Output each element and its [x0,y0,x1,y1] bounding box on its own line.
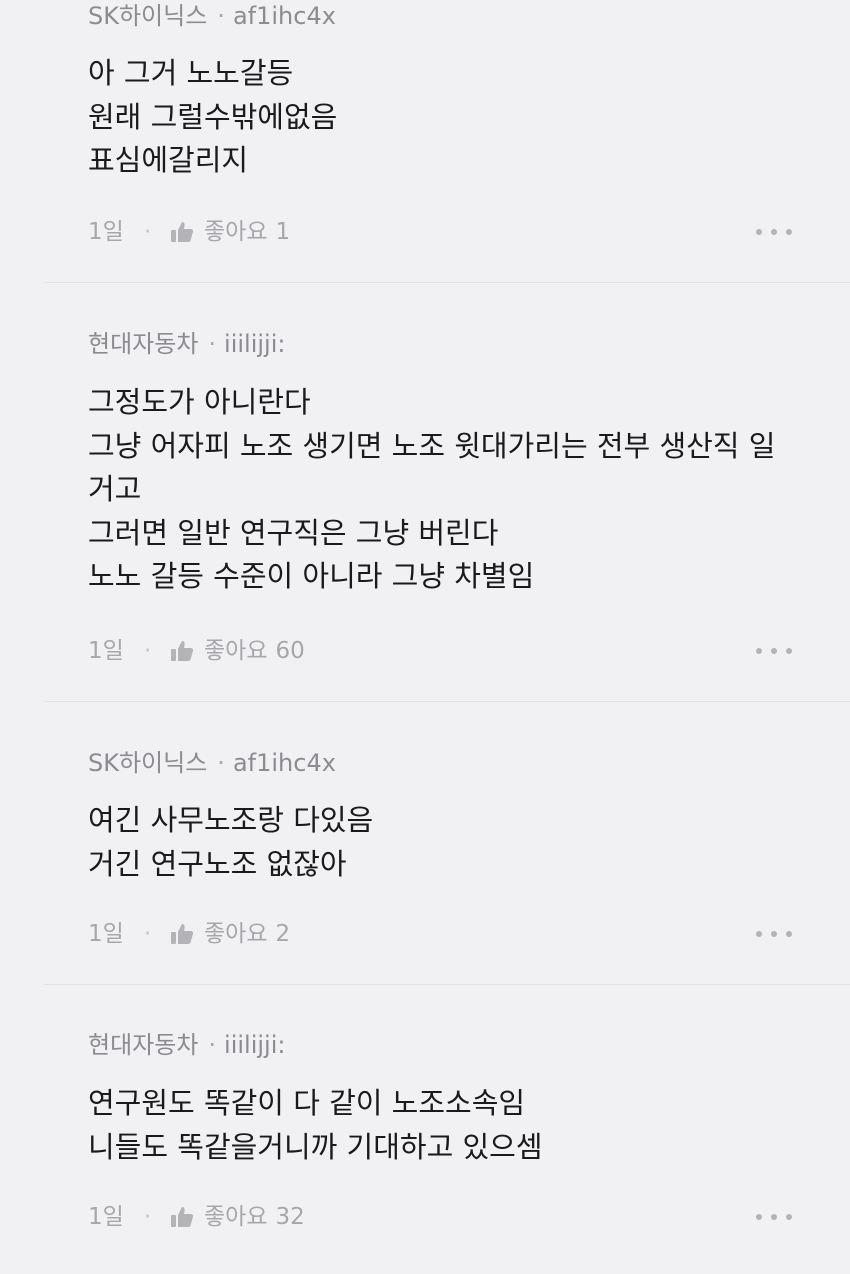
comment-body: 연구원도 똑같이 다 같이 노조소속임 니들도 똑같을거니까 기대하고 있으셈 [88,1082,828,1169]
author-company: 현대자동차 [88,330,199,358]
comment-item: SK하이닉스 · af1ihc4x 아 그거 노노갈등 원래 그럴수밖에없음 표심에… [0,0,850,283]
meta-separator: · [144,921,152,947]
comment-line: 그정도가 아니란다 [88,385,311,419]
author-nickname: iiilijji: [224,330,286,358]
comment-line: 그냥 어자피 노조 생기면 노조 윗대가리는 전부 생산직 일 [88,428,776,463]
more-dot [786,1214,792,1220]
comment-meta: 1일 · 좋아요 1 [88,217,850,247]
like-button[interactable]: 좋아요 32 [170,1202,305,1232]
more-dot [771,648,777,654]
like-label: 좋아요 [204,638,268,664]
like-button[interactable]: 좋아요 1 [170,217,290,247]
like-count: 32 [275,1204,305,1230]
comment-author[interactable]: SK하이닉스 · af1ihc4x [88,748,336,778]
thumbs-up-icon [171,222,194,242]
more-dot [771,931,777,937]
like-label: 좋아요 [204,219,268,245]
more-options-button[interactable] [756,1206,792,1228]
comment-line: 여긴 사무노조랑 다있음 [88,803,374,837]
author-separator: · [217,749,225,777]
comment-meta: 1일 · 좋아요 60 [88,636,850,666]
author-nickname: af1ihc4x [232,2,336,30]
comment-author[interactable]: 현대자동차 · iiilijji: [88,1030,285,1060]
thumbs-up-icon [171,1207,194,1227]
author-company: 현대자동차 [88,1031,199,1059]
meta-separator: · [144,219,152,245]
meta-separator: · [144,638,152,664]
author-nickname: af1ihc4x [232,749,336,777]
comment-line: 거고 [88,472,142,506]
comment-line: 노노 갈등 수준이 아니라 그냥 차별임 [88,559,535,593]
more-dot [786,229,792,235]
author-company: SK하이닉스 [88,749,208,777]
author-nickname: iiilijji: [224,1031,286,1059]
more-dot [756,931,762,937]
more-dot [756,1214,762,1220]
comment-author[interactable]: 현대자동차 · iiilijji: [88,329,285,359]
author-separator: · [217,2,225,30]
more-dot [786,648,792,654]
comment-meta: 1일 · 좋아요 2 [88,919,850,949]
comment-line: 아 그거 노노갈등 [88,56,294,90]
comment-feed: SK하이닉스 · af1ihc4x 아 그거 노노갈등 원래 그럴수밖에없음 표심에… [0,0,850,1274]
like-count: 60 [275,638,305,664]
comment-item: 현대자동차 · iiilijji: 연구원도 똑같이 다 같이 노조소속임 니들도 … [0,985,850,1274]
comment-item: SK하이닉스 · af1ihc4x 여긴 사무노조랑 다있음 거긴 연구노조 없잖아… [0,702,850,985]
more-dot [756,229,762,235]
more-options-button[interactable] [756,640,792,662]
comment-line: 니들도 똑같을거니까 기대하고 있으셈 [88,1129,543,1164]
comment-time: 1일 [88,1204,124,1230]
comment-line: 거긴 연구노조 없잖아 [88,846,347,881]
meta-separator: · [144,1204,152,1230]
like-count: 2 [275,921,291,947]
comment-item: 현대자동차 · iiilijji: 그정도가 아니란다 그냥 어자피 노조 생기면 … [0,283,850,702]
more-dot [786,931,792,937]
like-button[interactable]: 좋아요 60 [170,636,305,666]
thumbs-up-icon [171,641,194,661]
comment-body: 아 그거 노노갈등 원래 그럴수밖에없음 표심에갈리지 [88,52,828,183]
more-dot [756,648,762,654]
more-options-button[interactable] [756,923,792,945]
more-options-button[interactable] [756,221,792,243]
comment-author[interactable]: SK하이닉스 · af1ihc4x [88,1,336,31]
comment-time: 1일 [88,638,124,664]
thumbs-up-icon [171,924,194,944]
more-dot [771,229,777,235]
comment-line: 원래 그럴수밖에없음 [88,99,338,134]
comment-line: 표심에갈리지 [88,143,249,177]
author-separator: · [208,330,217,358]
like-button[interactable]: 좋아요 2 [170,919,290,949]
like-label: 좋아요 [204,1204,268,1230]
comment-line: 연구원도 똑같이 다 같이 노조소속임 [88,1086,526,1120]
like-label: 좋아요 [204,921,268,947]
comment-meta: 1일 · 좋아요 32 [88,1202,850,1232]
comment-time: 1일 [88,921,124,947]
comment-body: 여긴 사무노조랑 다있음 거긴 연구노조 없잖아 [88,799,828,886]
author-company: SK하이닉스 [88,2,208,30]
comment-time: 1일 [88,219,124,245]
comment-body: 그정도가 아니란다 그냥 어자피 노조 생기면 노조 윗대가리는 전부 생산직 … [88,381,828,599]
like-count: 1 [275,219,291,245]
comment-line: 그러면 일반 연구직은 그냥 버린다 [88,515,499,550]
more-dot [771,1214,777,1220]
author-separator: · [208,1031,217,1059]
